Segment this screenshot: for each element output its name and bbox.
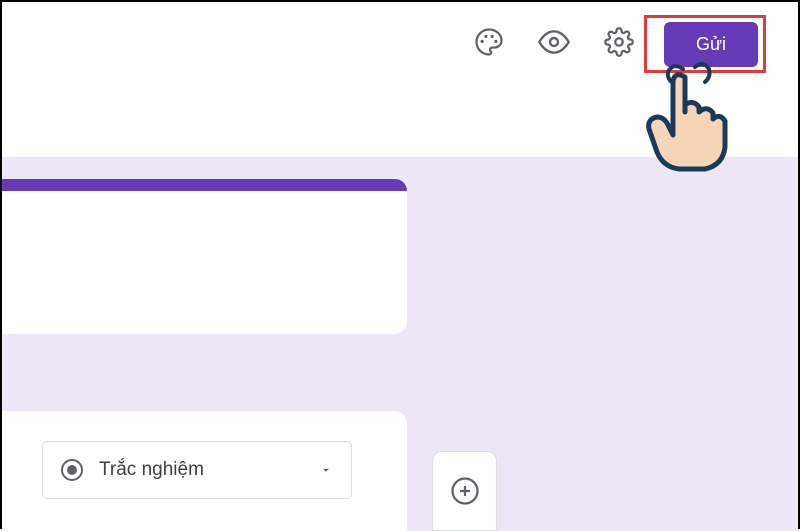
floating-toolbar: [432, 451, 497, 531]
plus-circle-icon: [450, 476, 480, 506]
settings-icon[interactable]: [599, 22, 639, 62]
question-type-dropdown[interactable]: Trắc nghiệm: [42, 441, 352, 499]
send-button[interactable]: Gửi: [664, 22, 758, 67]
add-question-button[interactable]: [447, 473, 483, 509]
preview-icon[interactable]: [534, 22, 574, 62]
form-title-card[interactable]: [2, 179, 407, 334]
palette-icon[interactable]: [469, 22, 509, 62]
question-type-label: Trắc nghiệm: [99, 459, 204, 481]
form-canvas: Trắc nghiệm: [2, 157, 798, 531]
header-toolbar: Gửi: [2, 2, 798, 157]
radio-icon: [61, 459, 83, 481]
question-card[interactable]: Trắc nghiệm: [2, 411, 407, 531]
chevron-down-icon: [319, 463, 333, 477]
